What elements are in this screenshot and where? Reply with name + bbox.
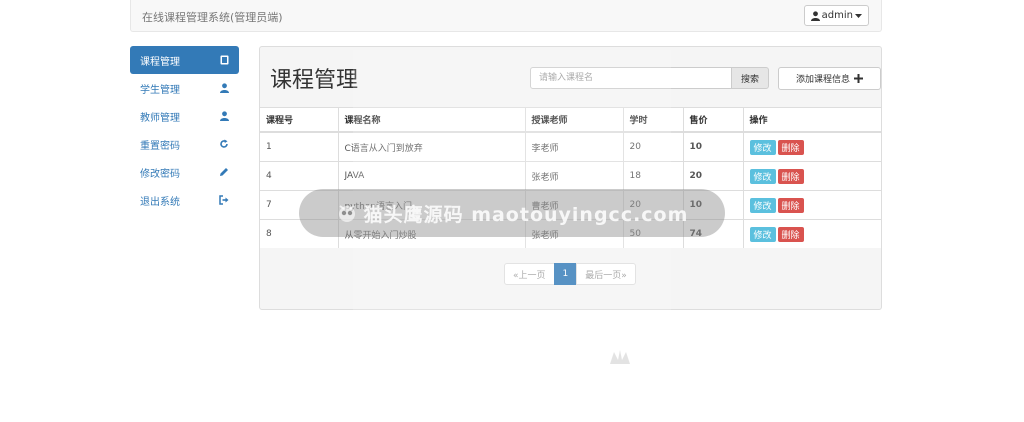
cell-actions: 修改 删除 bbox=[742, 219, 881, 248]
user-name: admin bbox=[821, 10, 853, 21]
course-table: 课程号 课程名称 授课老师 学时 售价 操作 1 C语言从入门到放弃 李老师 2… bbox=[260, 107, 881, 248]
logout-icon bbox=[219, 195, 229, 205]
course-panel: 课程管理 搜索 添加课程信息 课程号 课程名称 授课老师 学时 售价 操作 1 … bbox=[259, 46, 882, 310]
cell-teacher: 张老师 bbox=[524, 161, 623, 191]
page-link-current[interactable]: 1 bbox=[553, 263, 578, 285]
pencil-icon bbox=[219, 167, 229, 177]
app-title: 在线课程管理系统(管理员端) bbox=[142, 11, 283, 24]
cell-price: 10 bbox=[682, 131, 743, 162]
cell-id: 8 bbox=[260, 219, 338, 248]
table-header-row: 课程号 课程名称 授课老师 学时 售价 操作 bbox=[260, 107, 881, 133]
cell-actions: 修改 删除 bbox=[742, 161, 881, 191]
column-header-hours: 学时 bbox=[622, 107, 683, 133]
cell-price: 74 bbox=[682, 219, 743, 248]
cell-name: python语言入门 bbox=[337, 190, 525, 220]
table-row: 8 从零开始入门炒股 张老师 50 74 修改 删除 bbox=[260, 219, 881, 248]
last-page-link[interactable]: 最后一页» bbox=[576, 263, 636, 285]
column-header-name: 课程名称 bbox=[337, 107, 525, 133]
pagination: «上一页 1 最后一页» bbox=[504, 263, 636, 285]
caret-down-icon bbox=[855, 13, 862, 18]
plus-icon bbox=[854, 74, 863, 83]
edit-button[interactable]: 修改 bbox=[749, 139, 776, 155]
cell-hours: 20 bbox=[622, 190, 683, 220]
edit-button[interactable]: 修改 bbox=[749, 168, 776, 184]
table-row: 7 python语言入门 曹老师 20 10 修改 删除 bbox=[260, 190, 881, 220]
cell-price: 10 bbox=[682, 190, 743, 220]
prev-page-link[interactable]: «上一页 bbox=[504, 263, 555, 285]
edit-button[interactable]: 修改 bbox=[749, 197, 776, 213]
sidebar-item-label: 修改密码 bbox=[140, 168, 180, 180]
sidebar-item-change-password[interactable]: 修改密码 bbox=[130, 158, 239, 186]
cell-teacher: 李老师 bbox=[524, 131, 623, 162]
cell-actions: 修改 删除 bbox=[742, 131, 881, 162]
cell-price: 20 bbox=[682, 161, 743, 191]
sidebar-item-reset-password[interactable]: 重置密码 bbox=[130, 130, 239, 158]
cell-actions: 修改 删除 bbox=[742, 190, 881, 220]
sidebar-item-label: 教师管理 bbox=[140, 112, 180, 124]
cell-teacher: 张老师 bbox=[524, 219, 623, 248]
book-icon bbox=[219, 55, 229, 65]
sidebar-item-teacher-management[interactable]: 教师管理 bbox=[130, 102, 239, 130]
table-row: 1 C语言从入门到放弃 李老师 20 10 修改 删除 bbox=[260, 131, 881, 162]
delete-button[interactable]: 删除 bbox=[777, 168, 804, 184]
top-navbar: 在线课程管理系统(管理员端) admin bbox=[130, 0, 882, 32]
cell-id: 7 bbox=[260, 190, 338, 220]
delete-button[interactable]: 删除 bbox=[777, 197, 804, 213]
column-header-price: 售价 bbox=[682, 107, 743, 133]
user-icon bbox=[810, 10, 820, 21]
cell-name: 从零开始入门炒股 bbox=[337, 219, 525, 248]
edit-button[interactable]: 修改 bbox=[749, 226, 776, 242]
page-title: 课程管理 bbox=[270, 68, 359, 93]
cell-id: 1 bbox=[260, 131, 338, 162]
delete-button[interactable]: 删除 bbox=[777, 139, 804, 155]
sidebar-item-student-management[interactable]: 学生管理 bbox=[130, 74, 239, 102]
search-button[interactable]: 搜索 bbox=[731, 67, 769, 89]
column-header-id: 课程号 bbox=[260, 107, 338, 133]
cell-hours: 50 bbox=[622, 219, 683, 248]
sidebar-item-label: 课程管理 bbox=[140, 56, 180, 68]
cell-teacher: 曹老师 bbox=[524, 190, 623, 220]
sidebar-item-label: 重置密码 bbox=[140, 140, 180, 152]
table-row: 4 JAVA 张老师 18 20 修改 删除 bbox=[260, 161, 881, 191]
sidebar-item-label: 退出系统 bbox=[140, 196, 180, 208]
sidebar: 课程管理 学生管理 教师管理 重置密码 修改密码 退出系统 bbox=[130, 46, 239, 214]
user-menu-button[interactable]: admin bbox=[803, 5, 869, 26]
sidebar-item-logout[interactable]: 退出系统 bbox=[130, 186, 239, 214]
user-icon bbox=[219, 83, 229, 93]
owl-logo-icon bbox=[610, 350, 630, 364]
cell-name: C语言从入门到放弃 bbox=[337, 131, 525, 162]
delete-button[interactable]: 删除 bbox=[777, 226, 804, 242]
add-course-button[interactable]: 添加课程信息 bbox=[778, 67, 881, 90]
sidebar-item-label: 学生管理 bbox=[140, 84, 180, 96]
sidebar-item-course-management[interactable]: 课程管理 bbox=[130, 46, 239, 74]
cell-id: 4 bbox=[260, 161, 338, 191]
cell-name: JAVA bbox=[337, 161, 525, 191]
cell-hours: 18 bbox=[622, 161, 683, 191]
user-icon bbox=[219, 111, 229, 121]
column-header-teacher: 授课老师 bbox=[524, 107, 623, 133]
cell-hours: 20 bbox=[622, 131, 683, 162]
search-input[interactable] bbox=[530, 67, 732, 89]
column-header-actions: 操作 bbox=[742, 107, 881, 133]
refresh-icon bbox=[219, 139, 229, 149]
add-course-label: 添加课程信息 bbox=[795, 75, 850, 85]
